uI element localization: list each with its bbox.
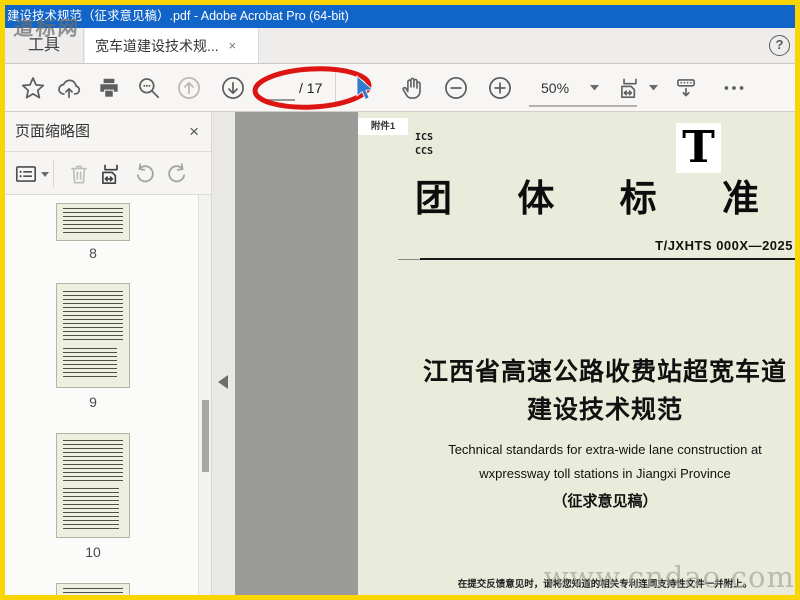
- page-thumbnail-10[interactable]: [56, 433, 130, 538]
- thumbnail-text-lines: [63, 208, 123, 234]
- thumbnails-panel: 页面缩略图 × 8 9 10: [5, 112, 212, 595]
- zoom-field-underline: [529, 105, 637, 107]
- panel-toolbar-divider: [53, 160, 54, 187]
- search-zoom-icon[interactable]: [136, 75, 162, 101]
- tab-tools-label: 工具: [27, 37, 60, 54]
- thumbnail-options-icon[interactable]: [13, 161, 39, 187]
- standard-code: T/JXHTS 000X—2025: [655, 238, 793, 253]
- pdf-page: 附件1 ICS CCS T 团 体 标 准 T/JXHTS 000X—2025: [358, 112, 795, 595]
- doc-title-cn-line2: 建设技术规范: [526, 396, 683, 424]
- thumbnails-panel-title: 页面缩略图: [15, 123, 91, 140]
- panel-close-icon[interactable]: ×: [189, 112, 199, 152]
- standard-type-char: 标: [619, 178, 657, 219]
- page-thumbnail-label: 10: [85, 544, 101, 560]
- delete-pages-icon[interactable]: [66, 161, 92, 187]
- fit-dropdown-caret-icon[interactable]: [649, 85, 658, 91]
- standard-type-row: 团 体 标 准: [415, 168, 759, 222]
- acrobat-window: 建设技术规范（征求意见稿）.pdf - Adobe Acrobat Pro (6…: [5, 5, 795, 595]
- doc-title-cn-line1: 江西省高速公路收费站超宽车道: [422, 358, 787, 386]
- thumbnail-text-lines: [63, 488, 119, 532]
- screenshot-frame: 建设技术规范（征求意见稿）.pdf - Adobe Acrobat Pro (6…: [0, 0, 800, 600]
- doc-title-en-line2: wxpressway toll stations in Jiangxi Prov…: [479, 466, 731, 481]
- attachment-tag: 附件1: [358, 118, 408, 135]
- print-icon[interactable]: [96, 75, 122, 101]
- fit-width-icon[interactable]: [617, 75, 643, 101]
- thumbnail-options-caret-icon[interactable]: [41, 172, 50, 178]
- page-thumbnail-label: 9: [89, 394, 97, 410]
- doc-title-en-line1: Technical standards for extra-wide lane …: [448, 442, 762, 457]
- header-rule-stub: [398, 259, 420, 260]
- ics-label: ICS: [415, 132, 434, 143]
- panel-splitter[interactable]: [212, 112, 235, 595]
- previous-page-icon[interactable]: [176, 75, 202, 101]
- mouse-cursor-icon: [354, 75, 376, 108]
- standard-type-char: 体: [517, 178, 555, 219]
- thumbnails-panel-toolbar: [5, 152, 211, 195]
- page-thumbnail-8[interactable]: [56, 203, 130, 241]
- tab-tools[interactable]: 工具: [5, 28, 84, 63]
- header-rule: [420, 258, 795, 260]
- thumbnail-text-lines: [63, 348, 117, 380]
- help-icon[interactable]: ?: [769, 35, 790, 56]
- main-toolbar: / 17 50%: [5, 64, 795, 112]
- collapse-panel-arrow-icon[interactable]: [218, 375, 228, 389]
- thumbnails-panel-header: 页面缩略图 ×: [5, 112, 211, 152]
- tab-close-icon[interactable]: ×: [229, 39, 237, 52]
- tab-document-label: 宽车道建设技术规...: [95, 37, 219, 54]
- cndao-watermark: www.cndao.com: [543, 560, 795, 594]
- rotate-ccw-icon[interactable]: [132, 161, 158, 187]
- document-pane: 附件1 ICS CCS T 团 体 标 准 T/JXHTS 000X—2025: [235, 112, 795, 595]
- next-page-icon[interactable]: [220, 75, 246, 101]
- panel-scrollbar-thumb[interactable]: [202, 400, 209, 472]
- hand-tool-icon[interactable]: [399, 75, 425, 101]
- thumbnail-text-lines: [63, 588, 123, 595]
- standard-t-logo-letter: T: [682, 122, 715, 173]
- tab-document[interactable]: 宽车道建设技术规... ×: [85, 28, 259, 63]
- more-options-icon[interactable]: [721, 75, 747, 101]
- page-thumbnail-9[interactable]: [56, 283, 130, 388]
- panel-scrollbar[interactable]: [198, 195, 211, 595]
- page-thumbnail-11[interactable]: [56, 583, 130, 595]
- draft-label: （征求意见稿）: [552, 493, 658, 510]
- scroll-mode-icon[interactable]: [673, 75, 699, 101]
- favorites-star-icon[interactable]: [20, 75, 46, 101]
- rotate-cw-icon[interactable]: [164, 161, 190, 187]
- thumbnails-list: 8 9 10: [5, 195, 211, 595]
- window-title-bar: 建设技术规范（征求意见稿）.pdf - Adobe Acrobat Pro (6…: [5, 5, 795, 28]
- share-upload-icon[interactable]: [56, 75, 82, 101]
- standard-type-char: 准: [721, 178, 759, 219]
- standard-type-char: 团: [415, 178, 452, 219]
- tab-bar: 工具 宽车道建设技术规... × ?: [5, 28, 795, 64]
- window-title: 建设技术规范（征求意见稿）.pdf - Adobe Acrobat Pro (6…: [7, 9, 349, 23]
- ccs-label: CCS: [415, 146, 434, 157]
- page-size-icon[interactable]: [98, 161, 124, 187]
- zoom-out-icon[interactable]: [443, 75, 469, 101]
- zoom-in-icon[interactable]: [487, 75, 513, 101]
- zoom-dropdown-caret-icon[interactable]: [590, 85, 599, 91]
- thumbnail-text-lines: [63, 440, 123, 482]
- standard-t-logo: T: [676, 123, 721, 173]
- thumbnail-text-lines: [63, 291, 123, 343]
- page-thumbnail-label: 8: [89, 245, 97, 261]
- main-area: 页面缩略图 × 8 9 10 附件1 ICS CCS T 团 体 标 准 T/J…: [5, 112, 795, 595]
